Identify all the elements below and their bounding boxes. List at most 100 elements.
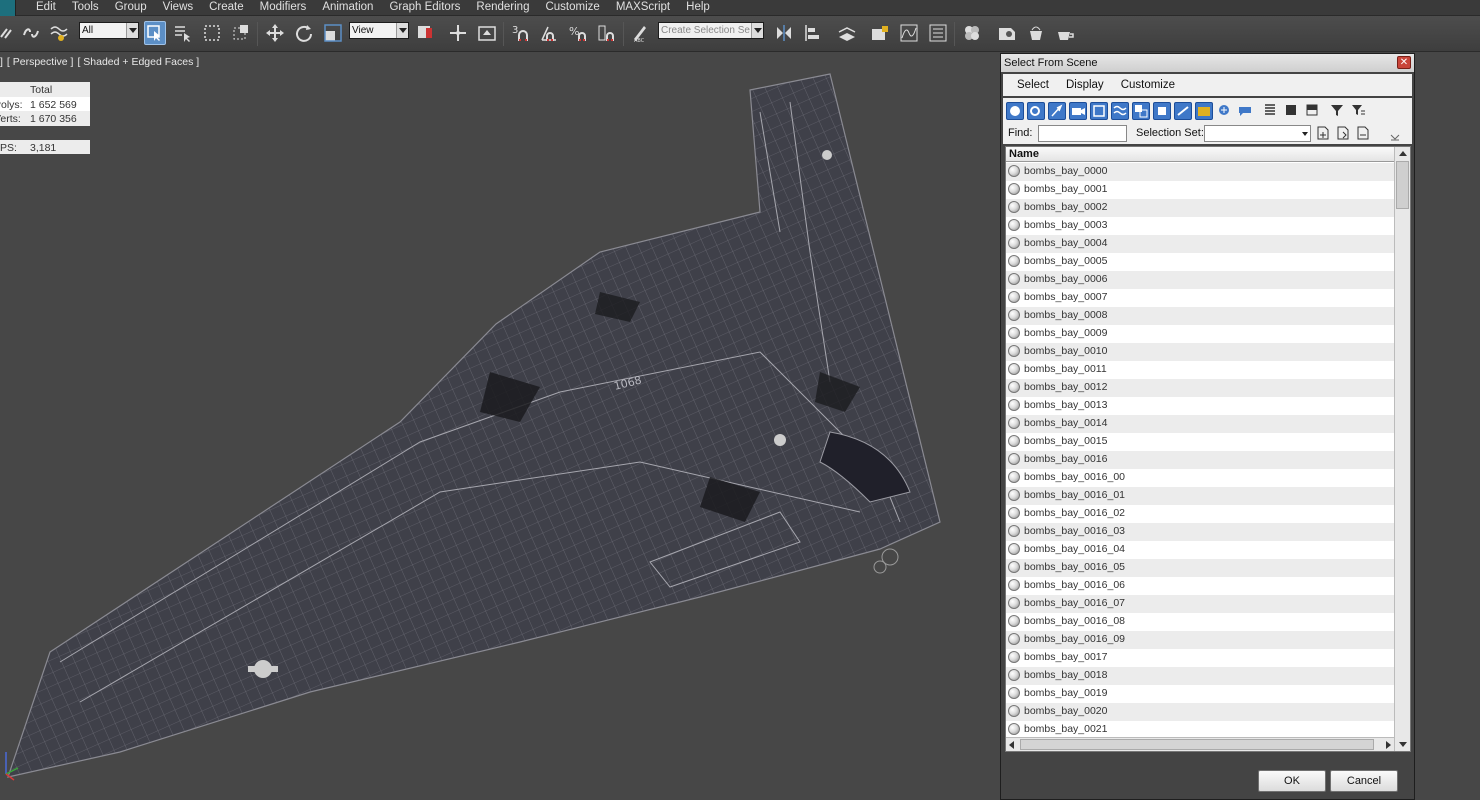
display-invert-icon[interactable] — [1304, 102, 1322, 120]
create-selection-set-icon[interactable] — [1315, 125, 1333, 143]
display-shapes-icon[interactable] — [1027, 102, 1045, 120]
percent-snap-icon[interactable]: % — [567, 21, 589, 45]
display-none-icon[interactable] — [1283, 102, 1301, 120]
menu-customize[interactable]: Customize — [537, 0, 607, 16]
menu-animation[interactable]: Animation — [314, 0, 381, 16]
display-all-icon[interactable] — [1262, 102, 1280, 120]
list-item[interactable]: bombs_bay_0009 — [1006, 325, 1394, 343]
cancel-button[interactable]: Cancel — [1330, 770, 1398, 792]
align-icon[interactable] — [802, 21, 824, 45]
snaps-toggle-icon[interactable]: 3 — [509, 21, 531, 45]
window-crossing-icon[interactable] — [230, 21, 252, 45]
scene-object-list[interactable]: Name bombs_bay_0000 bombs_bay_0001 bombs_b… — [1005, 146, 1411, 752]
list-item[interactable]: bombs_bay_0013 — [1006, 397, 1394, 415]
list-item[interactable]: bombs_bay_0016_08 — [1006, 613, 1394, 631]
menu-create[interactable]: Create — [201, 0, 252, 16]
rectangular-selection-icon[interactable] — [201, 21, 223, 45]
list-item[interactable]: bombs_bay_0001 — [1006, 181, 1394, 199]
list-item[interactable]: bombs_bay_0011 — [1006, 361, 1394, 379]
display-containers-icon[interactable] — [1195, 102, 1213, 120]
display-geometry-icon[interactable] — [1006, 102, 1024, 120]
list-item[interactable]: bombs_bay_0016_09 — [1006, 631, 1394, 649]
menu-group[interactable]: Group — [107, 0, 155, 16]
menu-views[interactable]: Views — [155, 0, 201, 16]
menu-edit[interactable]: Edit — [28, 0, 64, 16]
unlink-icon[interactable] — [20, 21, 42, 45]
selection-filter-dropdown[interactable]: All — [79, 22, 139, 39]
select-object-icon[interactable] — [144, 21, 166, 45]
list-item[interactable]: bombs_bay_0016_06 — [1006, 577, 1394, 595]
list-item[interactable]: bombs_bay_0016_04 — [1006, 541, 1394, 559]
filter-icon[interactable] — [1329, 102, 1347, 120]
menu-help[interactable]: Help — [678, 0, 718, 16]
scale-icon[interactable] — [322, 21, 344, 45]
display-helpers-icon[interactable] — [1090, 102, 1108, 120]
material-editor-icon[interactable] — [961, 21, 983, 45]
curve-editor-icon[interactable] — [898, 21, 920, 45]
remove-from-selection-set-icon[interactable] — [1355, 125, 1373, 143]
column-header-name[interactable]: Name — [1006, 147, 1394, 162]
dialog-menu-display[interactable]: Display — [1066, 79, 1104, 91]
render-frame-icon[interactable] — [1025, 21, 1047, 45]
list-item[interactable]: bombs_bay_0020 — [1006, 703, 1394, 721]
mirror-icon[interactable] — [773, 21, 795, 45]
list-item[interactable]: bombs_bay_0012 — [1006, 379, 1394, 397]
edit-named-selection-icon[interactable]: ABC — [629, 21, 651, 45]
display-lights-icon[interactable] — [1048, 102, 1066, 120]
render-setup-icon[interactable] — [996, 21, 1018, 45]
close-button[interactable]: ✕ — [1397, 56, 1411, 69]
scrollbar-thumb[interactable] — [1020, 739, 1374, 750]
bind-space-warp-icon[interactable] — [48, 21, 70, 45]
list-item[interactable]: bombs_bay_0007 — [1006, 289, 1394, 307]
select-manipulate-icon[interactable] — [447, 21, 469, 45]
menu-modifiers[interactable]: Modifiers — [252, 0, 315, 16]
add-to-selection-set-icon[interactable] — [1335, 125, 1353, 143]
display-space-warps-icon[interactable] — [1111, 102, 1129, 120]
ok-button[interactable]: OK — [1258, 770, 1326, 792]
list-item[interactable]: bombs_bay_0016 — [1006, 451, 1394, 469]
list-item[interactable]: bombs_bay_0010 — [1006, 343, 1394, 361]
list-item[interactable]: bombs_bay_0016_00 — [1006, 469, 1394, 487]
list-item[interactable]: bombs_bay_0016_01 — [1006, 487, 1394, 505]
list-item[interactable]: bombs_bay_0005 — [1006, 253, 1394, 271]
scroll-left-icon[interactable] — [1006, 738, 1020, 751]
list-item[interactable]: bombs_bay_0014 — [1006, 415, 1394, 433]
list-item[interactable]: bombs_bay_0002 — [1006, 199, 1394, 217]
list-item[interactable]: bombs_bay_0015 — [1006, 433, 1394, 451]
scroll-down-icon[interactable] — [1395, 738, 1410, 751]
vertical-scrollbar[interactable] — [1394, 147, 1410, 751]
viewport-label-plus[interactable]: ] — [0, 56, 3, 68]
scroll-up-icon[interactable] — [1395, 147, 1410, 160]
move-icon[interactable] — [264, 21, 286, 45]
filter-options-icon[interactable] — [1350, 102, 1368, 120]
selection-set-dropdown[interactable] — [1204, 125, 1311, 142]
scene-explorer-icon[interactable] — [869, 21, 891, 45]
dialog-title-bar[interactable]: Select From Scene ✕ — [1001, 54, 1414, 72]
list-item[interactable]: bombs_bay_0004 — [1006, 235, 1394, 253]
list-item[interactable]: bombs_bay_0008 — [1006, 307, 1394, 325]
display-hidden-icon[interactable] — [1237, 102, 1255, 120]
menu-rendering[interactable]: Rendering — [468, 0, 537, 16]
scroll-right-icon[interactable] — [1380, 738, 1394, 751]
list-item[interactable]: bombs_bay_0016_02 — [1006, 505, 1394, 523]
dialog-menu-select[interactable]: Select — [1017, 79, 1049, 91]
display-frozen-icon[interactable] — [1216, 102, 1234, 120]
dialog-menu-customize[interactable]: Customize — [1121, 79, 1175, 91]
list-item[interactable]: bombs_bay_0018 — [1006, 667, 1394, 685]
select-by-name-icon[interactable] — [172, 21, 194, 45]
perspective-viewport[interactable]: 1068 ] [ Perspective ][ Shaded + Edged Fa… — [0, 52, 1000, 800]
rotate-icon[interactable] — [293, 21, 315, 45]
list-item[interactable]: bombs_bay_0017 — [1006, 649, 1394, 667]
display-groups-icon[interactable] — [1132, 102, 1150, 120]
spinner-snap-icon[interactable] — [596, 21, 618, 45]
display-cameras-icon[interactable] — [1069, 102, 1087, 120]
keyboard-shortcut-override-icon[interactable] — [476, 21, 498, 45]
display-xrefs-icon[interactable] — [1153, 102, 1171, 120]
list-item[interactable]: bombs_bay_0000 — [1006, 163, 1394, 181]
horizontal-scrollbar[interactable] — [1006, 737, 1394, 751]
list-item[interactable]: bombs_bay_0003 — [1006, 217, 1394, 235]
list-item[interactable]: bombs_bay_0016_03 — [1006, 523, 1394, 541]
viewport-label-view[interactable]: [ Perspective ] — [7, 56, 74, 68]
pivot-center-icon[interactable] — [414, 21, 436, 45]
viewport-label[interactable]: ] [ Perspective ][ Shaded + Edged Faces ] — [0, 56, 203, 68]
